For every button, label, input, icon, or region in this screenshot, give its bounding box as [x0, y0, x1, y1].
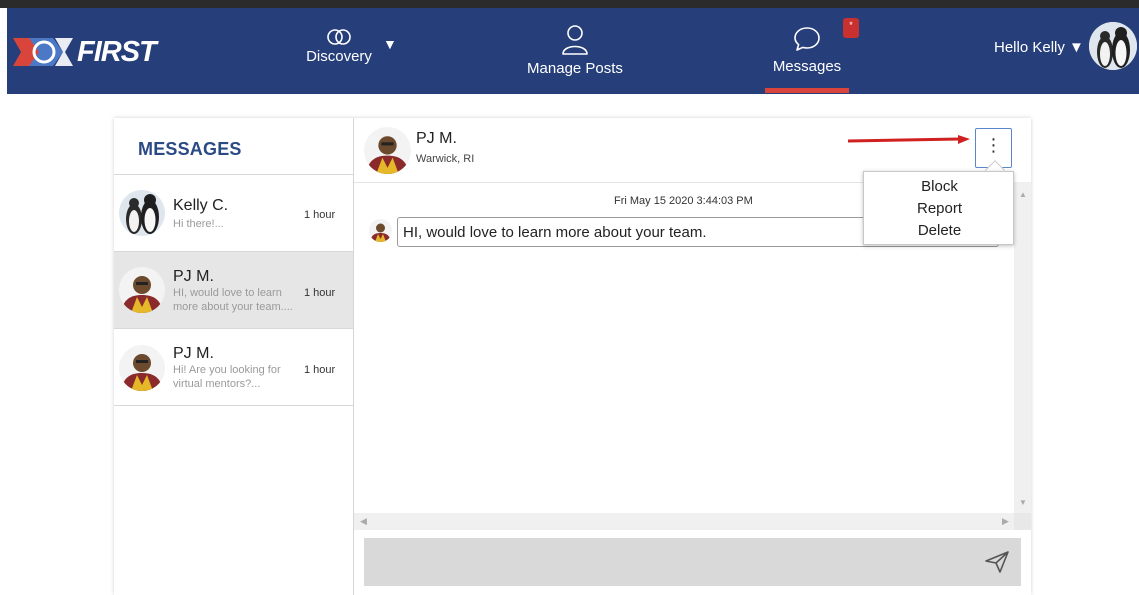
more-vertical-icon: ⋮: [984, 135, 1003, 155]
conversation-item-pj-active[interactable]: PJ M. HI, would love to learn more about…: [114, 252, 353, 329]
conversation-name: PJ M.: [173, 268, 214, 285]
conversation-item-kelly[interactable]: Kelly C. Hi there!... 1 hour: [114, 175, 353, 252]
active-tab-underline: [765, 88, 849, 93]
avatar: [119, 345, 165, 391]
user-menu[interactable]: Hello Kelly ▼: [994, 39, 1084, 56]
user-icon: [562, 25, 588, 55]
logo-text: FIRST: [77, 36, 157, 68]
nav-manage-posts[interactable]: Manage Posts: [522, 24, 628, 77]
nav-manage-posts-label: Manage Posts: [527, 60, 623, 77]
scroll-left-icon[interactable]: ◀: [360, 516, 367, 527]
avatar: [119, 267, 165, 313]
options-dropdown: Block Report Delete: [863, 171, 1014, 245]
conversation-list: MESSAGES Kelly C. Hi there!... 1 hour PJ…: [114, 118, 354, 595]
discovery-caret-icon[interactable]: ▼: [383, 36, 397, 52]
message-avatar: [369, 219, 392, 242]
messages-title: MESSAGES: [138, 139, 242, 159]
top-navbar: FIRST Discovery ▼ Manage Posts Messages …: [7, 8, 1139, 94]
first-logo-icon: [13, 38, 73, 66]
person-avatar-icon: [119, 267, 165, 313]
nav-discovery[interactable]: Discovery: [303, 28, 375, 65]
scroll-up-icon[interactable]: ▲: [1019, 190, 1027, 199]
chat-contact-location: Warwick, RI: [416, 153, 475, 165]
conversation-preview: Hi! Are you looking for virtual mentors?…: [173, 364, 281, 390]
annotation-arrow-icon: [848, 135, 970, 144]
chat-avatar: [364, 127, 411, 174]
nav-messages-label: Messages: [772, 58, 842, 75]
conversation-time: 1 hour: [304, 364, 336, 376]
person-avatar-icon: [119, 345, 165, 391]
conversation-preview: HI, would love to learn more about your …: [173, 287, 293, 313]
nav-discovery-label: Discovery: [306, 48, 372, 65]
send-icon[interactable]: [984, 550, 1010, 574]
scroll-right-icon[interactable]: ▶: [1002, 516, 1009, 527]
nav-messages[interactable]: Messages: [765, 26, 849, 75]
penguins-avatar-icon: [1089, 22, 1137, 70]
penguins-avatar-icon: [119, 190, 165, 236]
chat-bubble-icon: [794, 27, 820, 51]
conversation-time: 1 hour: [304, 209, 336, 221]
user-caret-icon: ▼: [1069, 39, 1084, 56]
conversation-item-pj[interactable]: PJ M. Hi! Are you looking for virtual me…: [114, 329, 353, 406]
scrollbar-corner: [1014, 513, 1031, 530]
conversation-preview: Hi there!...: [173, 218, 224, 230]
avatar: [119, 190, 165, 236]
user-greeting-label: Hello Kelly: [994, 39, 1065, 56]
user-avatar[interactable]: [1089, 22, 1137, 70]
conversation-time: 1 hour: [304, 287, 336, 299]
first-logo[interactable]: FIRST: [11, 32, 161, 72]
top-strip: [0, 0, 1139, 8]
scroll-down-icon[interactable]: ▼: [1019, 498, 1027, 507]
discovery-icon: [327, 29, 351, 45]
conversation-name: PJ M.: [173, 345, 214, 362]
messages-badge: *: [843, 18, 859, 38]
person-avatar-icon: [369, 219, 392, 242]
message-input[interactable]: [364, 538, 1021, 586]
menu-item-report[interactable]: Report: [864, 200, 1015, 217]
menu-item-delete[interactable]: Delete: [864, 222, 1015, 239]
menu-item-block[interactable]: Block: [864, 178, 1015, 195]
horizontal-scrollbar[interactable]: ◀ ▶: [354, 513, 1014, 530]
person-avatar-icon: [364, 127, 411, 174]
conversation-name: Kelly C.: [173, 197, 229, 214]
message-timestamp: Fri May 15 2020 3:44:03 PM: [614, 195, 753, 207]
vertical-scrollbar[interactable]: ▲ ▼: [1014, 182, 1031, 513]
chat-contact-name: PJ M.: [416, 130, 457, 147]
